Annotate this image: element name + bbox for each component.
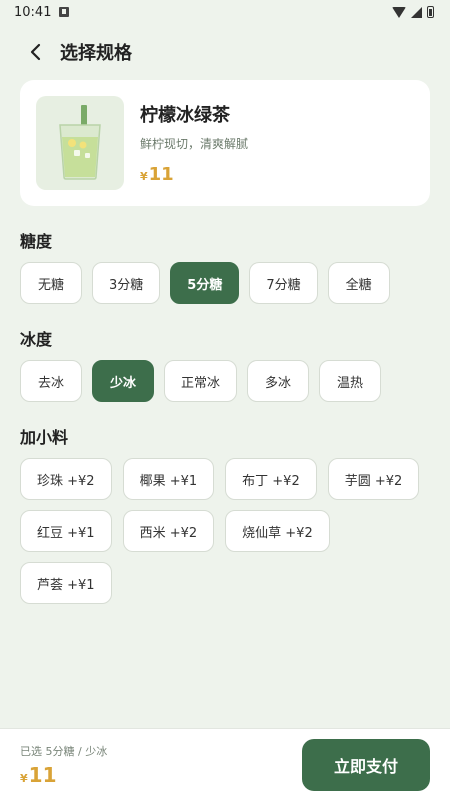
status-bar: 10:41 <box>0 0 450 24</box>
topping-option[interactable]: 珍珠 +¥2 <box>20 458 112 500</box>
header: 选择规格 <box>0 24 450 80</box>
currency-symbol: ¥ <box>140 170 148 183</box>
pay-now-button[interactable]: 立即支付 <box>302 738 430 791</box>
sugar-options: 无糖 3分糖 5分糖 7分糖 全糖 <box>20 262 430 304</box>
total-price: ¥11 <box>20 763 107 787</box>
product-image <box>36 96 124 190</box>
sugar-section: 糖度 无糖 3分糖 5分糖 7分糖 全糖 <box>0 228 450 304</box>
topping-option[interactable]: 布丁 +¥2 <box>225 458 317 500</box>
topping-option[interactable]: 芦荟 +¥1 <box>20 562 112 604</box>
sugar-level-option[interactable]: 7分糖 <box>249 262 318 304</box>
ice-level-option[interactable]: 多冰 <box>247 360 310 402</box>
battery-icon <box>427 6 434 18</box>
sim-card-icon <box>59 7 70 17</box>
status-time: 10:41 <box>14 4 52 20</box>
product-description: 鲜柠现切，清爽解腻 <box>140 137 249 151</box>
sugar-level-option[interactable]: 无糖 <box>20 262 82 304</box>
topping-option[interactable]: 椰果 +¥1 <box>122 458 215 500</box>
topping-option[interactable]: 烧仙草 +¥2 <box>225 510 330 552</box>
sugar-title: 糖度 <box>20 232 53 251</box>
toppings-section: 加小料 珍珠 +¥2 椰果 +¥1 布丁 +¥2 芋圆 +¥2 红豆 +¥1 西米 +¥2… <box>0 424 450 604</box>
product-card: 柠檬冰绿茶 鲜柠现切，清爽解腻 ¥11 <box>20 80 430 206</box>
topping-option[interactable]: 西米 +¥2 <box>122 510 215 552</box>
toppings-options: 珍珠 +¥2 椰果 +¥1 布丁 +¥2 芋圆 +¥2 红豆 +¥1 西米 +¥2 烧仙草 … <box>20 458 430 604</box>
wifi-icon <box>392 6 406 18</box>
toppings-title: 加小料 <box>20 428 69 447</box>
page-title: 选择规格 <box>60 43 132 64</box>
total-price-value: 11 <box>28 762 57 787</box>
back-button[interactable] <box>20 36 52 68</box>
chevron-left-icon <box>30 43 41 61</box>
bottom-bar: 已选 5分糖 / 少冰 ¥11 立即支付 <box>0 728 450 800</box>
price-value: 11 <box>148 164 174 185</box>
ice-options: 去冰 少冰 正常冰 多冰 温热 <box>20 360 430 402</box>
sugar-level-option[interactable]: 5分糖 <box>170 262 240 304</box>
topping-option[interactable]: 芋圆 +¥2 <box>327 458 420 500</box>
signal-icon <box>411 6 422 18</box>
selection-summary-text: 已选 5分糖 / 少冰 <box>20 744 108 758</box>
sugar-level-option[interactable]: 3分糖 <box>92 262 161 304</box>
selection-summary: 已选 5分糖 / 少冰 ¥11 <box>20 743 107 787</box>
lemon-tea-cup-icon <box>59 105 101 180</box>
product-name: 柠檬冰绿茶 <box>140 105 230 126</box>
ice-level-option[interactable]: 去冰 <box>20 360 82 402</box>
ice-level-option[interactable]: 温热 <box>319 360 382 402</box>
ice-level-option[interactable]: 少冰 <box>92 360 154 402</box>
product-price: ¥11 <box>140 164 248 185</box>
ice-level-option[interactable]: 正常冰 <box>164 360 238 402</box>
total-currency-symbol: ¥ <box>20 771 28 785</box>
sugar-level-option[interactable]: 全糖 <box>327 262 390 304</box>
ice-section: 冰度 去冰 少冰 正常冰 多冰 温热 <box>0 326 450 402</box>
ice-title: 冰度 <box>20 330 53 349</box>
topping-option[interactable]: 红豆 +¥1 <box>20 510 112 552</box>
